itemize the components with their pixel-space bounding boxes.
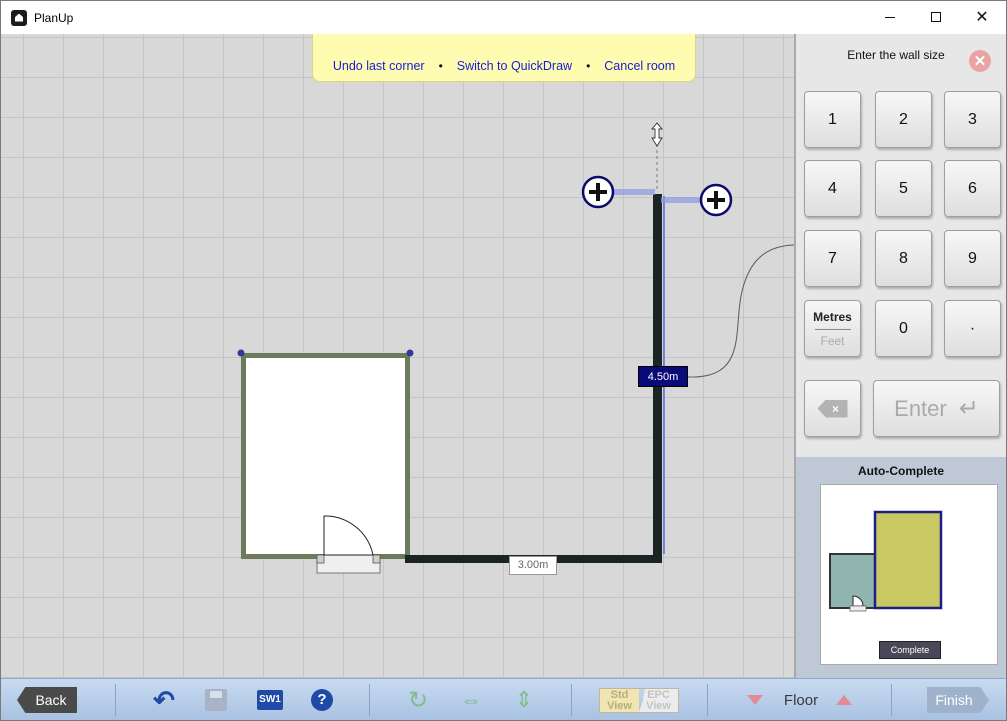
bottom-toolbar: Back ↶ SW1 ? ↻ ⇔ ⇕ Std View EPC View Flo…	[1, 678, 1006, 720]
std-view-option[interactable]: Std View	[600, 689, 639, 712]
auto-complete-section: Auto-Complete Complete	[796, 457, 1006, 678]
triangle-up-icon	[836, 695, 852, 705]
preview-new-room	[873, 510, 943, 610]
drag-handle-icon[interactable]	[651, 122, 663, 147]
keypad-connector-line	[687, 244, 794, 378]
door-jamb	[372, 554, 381, 564]
enter-label: Enter	[894, 395, 947, 421]
direction-arm-right	[661, 197, 701, 203]
door-jamb	[316, 554, 325, 564]
cancel-room-link[interactable]: Cancel room	[604, 59, 675, 73]
backspace-icon: ×	[817, 399, 848, 418]
toolbar-divider	[115, 684, 116, 716]
toolbar-divider	[891, 684, 892, 716]
epc-view-option[interactable]: EPC View	[639, 689, 678, 712]
key-5[interactable]: 5	[875, 160, 932, 217]
hint-separator: •	[438, 58, 443, 73]
unit-divider	[814, 328, 851, 330]
floor-up-button[interactable]	[835, 687, 853, 713]
hint-separator: •	[586, 58, 591, 73]
epc-view-line2: View	[646, 700, 671, 712]
add-corner-right-icon[interactable]	[699, 183, 733, 217]
room-corner-handle[interactable]	[237, 349, 245, 357]
floorplan-canvas[interactable]: Undo last corner • Switch to QuickDraw •…	[1, 34, 794, 678]
triangle-down-icon	[747, 695, 763, 705]
title-bar: PlanUp ✕	[1, 1, 1006, 34]
direction-arm-left	[613, 189, 655, 195]
app-window: PlanUp ✕ Undo last corner • Switch to Qu…	[0, 0, 1007, 721]
close-icon: ✕	[975, 9, 989, 26]
key-4[interactable]: 4	[804, 160, 861, 217]
floorplan-drawing	[237, 122, 794, 574]
flip-vertical-icon[interactable]: ⇕	[511, 687, 537, 713]
keypad-heading: Enter the wall size	[847, 48, 945, 62]
back-button[interactable]: Back	[17, 687, 77, 713]
undo-icon[interactable]: ↶	[151, 685, 177, 715]
toolbar-divider	[707, 684, 708, 716]
backspace-x: ×	[831, 401, 839, 416]
key-8[interactable]: 8	[875, 230, 932, 287]
auto-complete-drawing	[829, 510, 943, 612]
room-corner-handle[interactable]	[406, 349, 414, 357]
undo-last-corner-link[interactable]: Undo last corner	[333, 59, 425, 73]
key-6[interactable]: 6	[944, 160, 1001, 217]
sw1-button[interactable]: SW1	[257, 687, 283, 713]
finish-button[interactable]: Finish	[927, 687, 989, 713]
key-0[interactable]: 0	[875, 300, 932, 357]
save-shape	[205, 689, 227, 711]
unit-metres-label: Metres	[813, 309, 852, 324]
auto-complete-preview[interactable]: Complete	[820, 484, 998, 665]
wall-size-panel: Enter the wall size ✕ 1 2 3 4 5 6 7 8 9 …	[794, 34, 1006, 678]
rotate-icon[interactable]: ↻	[405, 687, 431, 714]
minimize-icon	[885, 16, 895, 18]
close-keypad-button[interactable]: ✕	[969, 50, 991, 72]
bottom-wall-dimension[interactable]: 3.00m	[509, 556, 557, 575]
drawing-hint-bar: Undo last corner • Switch to QuickDraw •…	[312, 34, 696, 82]
window-title: PlanUp	[34, 10, 74, 25]
help-icon[interactable]: ?	[310, 687, 334, 713]
floor-label: Floor	[783, 691, 819, 709]
sw1-label: SW1	[257, 690, 283, 710]
std-view-line2: View	[607, 700, 632, 712]
auto-complete-title: Auto-Complete	[858, 464, 944, 478]
unit-toggle-button[interactable]: Metres Feet	[804, 300, 861, 357]
close-window-button[interactable]: ✕	[959, 1, 1005, 33]
key-3[interactable]: 3	[944, 91, 1001, 148]
enter-button[interactable]: Enter ↵	[873, 380, 1000, 437]
switch-quickdraw-link[interactable]: Switch to QuickDraw	[457, 59, 572, 73]
toolbar-divider	[571, 684, 572, 716]
complete-button[interactable]: Complete	[879, 641, 941, 659]
close-icon: ✕	[973, 53, 987, 70]
key-decimal[interactable]: ·	[944, 300, 1001, 357]
maximize-button[interactable]	[913, 1, 959, 33]
add-corner-left-icon[interactable]	[581, 175, 615, 209]
save-icon[interactable]	[204, 687, 228, 713]
unit-feet-label: Feet	[820, 333, 845, 348]
key-7[interactable]: 7	[804, 230, 861, 287]
toolbar-divider	[369, 684, 370, 716]
view-toggle[interactable]: Std View EPC View	[599, 688, 679, 713]
key-1[interactable]: 1	[804, 91, 861, 148]
flip-horizontal-icon[interactable]: ⇔	[457, 687, 485, 713]
key-9[interactable]: 9	[944, 230, 1001, 287]
app-logo-icon	[11, 9, 27, 26]
help-glyph: ?	[311, 689, 333, 711]
minimize-button[interactable]	[867, 1, 913, 33]
enter-icon: ↵	[958, 395, 979, 422]
active-wall-dimension[interactable]: 4.50m	[638, 366, 688, 387]
key-2[interactable]: 2	[875, 91, 932, 148]
maximize-icon	[931, 12, 941, 22]
floor-down-button[interactable]	[746, 687, 764, 713]
backspace-button[interactable]: ×	[804, 380, 861, 437]
door-frame[interactable]	[316, 554, 381, 574]
preview-door-frame	[849, 605, 867, 612]
